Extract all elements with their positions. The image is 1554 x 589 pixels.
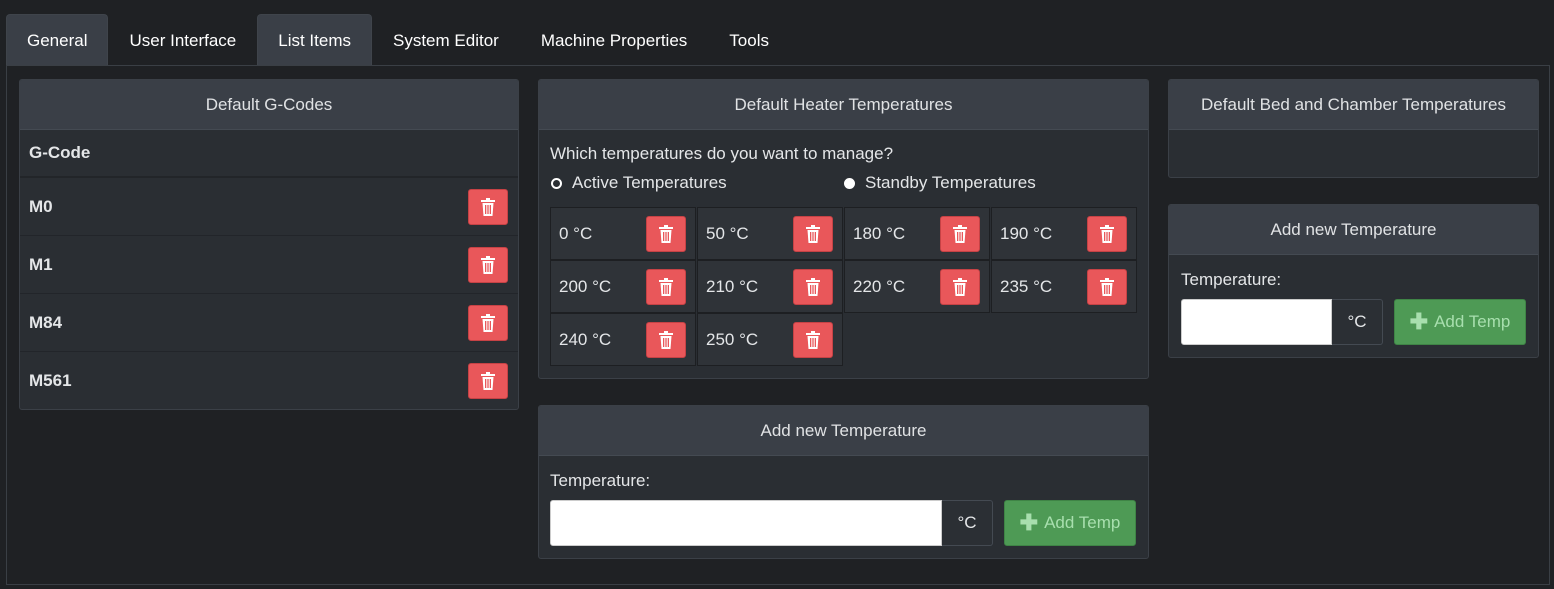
heater-temperature-input[interactable] [550, 500, 942, 546]
trash-icon [658, 224, 674, 243]
trash-icon [658, 330, 674, 349]
gcode-header-label: G-Code [29, 143, 91, 162]
delete-button[interactable] [646, 268, 686, 305]
tab-machine-properties[interactable]: Machine Properties [520, 14, 708, 66]
delete-button[interactable] [468, 246, 508, 283]
gcode-label: M84 [29, 312, 63, 332]
delete-button[interactable] [468, 304, 508, 341]
trash-icon [480, 313, 496, 332]
heater-panel: Default Heater Temperatures Which temper… [538, 79, 1149, 379]
delete-button[interactable] [940, 268, 980, 305]
tab-tools[interactable]: Tools [708, 14, 790, 66]
temperature-item: 190 °C [991, 207, 1137, 260]
temperature-value: 0 °C [559, 223, 593, 243]
delete-button[interactable] [1087, 268, 1127, 305]
trash-icon [952, 277, 968, 296]
temperature-type-question: Which temperatures do you want to manage… [550, 144, 894, 163]
delete-button[interactable] [468, 188, 508, 225]
gcodes-panel-title: Default G-Codes [20, 80, 518, 130]
temperature-item: 250 °C [697, 313, 843, 366]
add-bed-temp-label: Add Temp [1434, 312, 1511, 331]
trash-icon [952, 224, 968, 243]
bed-chamber-panel-title: Default Bed and Chamber Temperatures [1169, 80, 1538, 130]
temperature-value: 210 °C [706, 276, 759, 296]
tab-list-items[interactable]: List Items [257, 14, 372, 66]
radio-standby-indicator[interactable] [844, 177, 855, 189]
delete-button[interactable] [646, 321, 686, 358]
temperature-item: 235 °C [991, 260, 1137, 313]
bed-chamber-panel: Default Bed and Chamber Temperatures [1168, 79, 1539, 178]
delete-button[interactable] [1087, 215, 1127, 252]
bed-unit-addon: °C [1332, 299, 1383, 345]
temperature-value: 235 °C [1000, 276, 1053, 296]
delete-button[interactable] [646, 215, 686, 252]
temperature-value: 200 °C [559, 276, 612, 296]
add-heater-temp-button[interactable]: ✚ Add Temp [1004, 500, 1136, 546]
add-heater-temp-label: Add Temp [1044, 513, 1121, 532]
trash-icon [658, 277, 674, 296]
radio-active-label: Active Temperatures [572, 173, 727, 192]
temperature-item: 220 °C [844, 260, 990, 313]
temperature-value: 220 °C [853, 276, 906, 296]
trash-icon [805, 330, 821, 349]
temperature-value: 250 °C [706, 329, 759, 349]
delete-button[interactable] [468, 362, 508, 399]
bed-temperature-label: Temperature: [1181, 270, 1282, 289]
temperature-item: 240 °C [550, 313, 696, 366]
gcode-row: M0 [20, 178, 518, 236]
radio-standby-temperatures[interactable]: Standby Temperatures [844, 173, 1036, 193]
heater-unit-addon: °C [942, 500, 993, 546]
tab-system-editor[interactable]: System Editor [372, 14, 520, 66]
trash-icon [1099, 224, 1115, 243]
gcode-row: M561 [20, 352, 518, 409]
gcode-row: M1 [20, 236, 518, 294]
add-bed-temperature-panel: Add new Temperature Temperature: °C ✚ Ad… [1168, 204, 1539, 358]
gcodes-column-header: G-Code [20, 130, 518, 178]
gcode-list: M0 M1 M84 M561 [20, 178, 518, 409]
add-heater-temperature-panel: Add new Temperature Temperature: °C ✚ Ad… [538, 405, 1149, 559]
plus-icon: ✚ [1019, 510, 1039, 535]
temperature-value: 180 °C [853, 223, 906, 243]
delete-button[interactable] [793, 321, 833, 358]
temperature-item: 200 °C [550, 260, 696, 313]
gcode-label: M561 [29, 370, 72, 390]
trash-icon [805, 277, 821, 296]
tab-user-interface[interactable]: User Interface [108, 14, 257, 66]
temperature-item: 0 °C [550, 207, 696, 260]
tab-bar: General User Interface List Items System… [6, 14, 790, 66]
heater-temperature-input-group: °C [550, 500, 993, 546]
trash-icon [480, 255, 496, 274]
tab-general[interactable]: General [6, 14, 109, 66]
gcode-row: M84 [20, 294, 518, 352]
delete-button[interactable] [793, 215, 833, 252]
bed-temperature-input[interactable] [1181, 299, 1332, 345]
gcode-label: M1 [29, 254, 53, 274]
temperature-item: 180 °C [844, 207, 990, 260]
trash-icon [805, 224, 821, 243]
temperature-value: 190 °C [1000, 223, 1053, 243]
gcode-label: M0 [29, 196, 53, 216]
bed-temperature-input-group: °C [1181, 299, 1383, 345]
add-heater-panel-title: Add new Temperature [539, 406, 1148, 456]
gcodes-panel: Default G-Codes G-Code M0 M1 M84 M561 [19, 79, 519, 410]
heater-panel-title: Default Heater Temperatures [539, 80, 1148, 130]
temperature-value: 240 °C [559, 329, 612, 349]
tab-content: Default G-Codes G-Code M0 M1 M84 M561 Defau… [6, 65, 1550, 585]
add-bed-temp-button[interactable]: ✚ Add Temp [1394, 299, 1526, 345]
add-bed-panel-title: Add new Temperature [1169, 205, 1538, 255]
delete-button[interactable] [940, 215, 980, 252]
trash-icon [480, 197, 496, 216]
plus-icon: ✚ [1409, 309, 1429, 334]
radio-standby-label: Standby Temperatures [865, 173, 1036, 192]
temperature-item: 50 °C [697, 207, 843, 260]
radio-active-temperatures[interactable]: Active Temperatures [551, 173, 727, 193]
trash-icon [1099, 277, 1115, 296]
heater-temperature-label: Temperature: [550, 471, 651, 490]
temperature-item: 210 °C [697, 260, 843, 313]
radio-active-indicator[interactable] [551, 177, 562, 189]
delete-button[interactable] [793, 268, 833, 305]
trash-icon [480, 371, 496, 390]
temperature-value: 50 °C [706, 223, 749, 243]
